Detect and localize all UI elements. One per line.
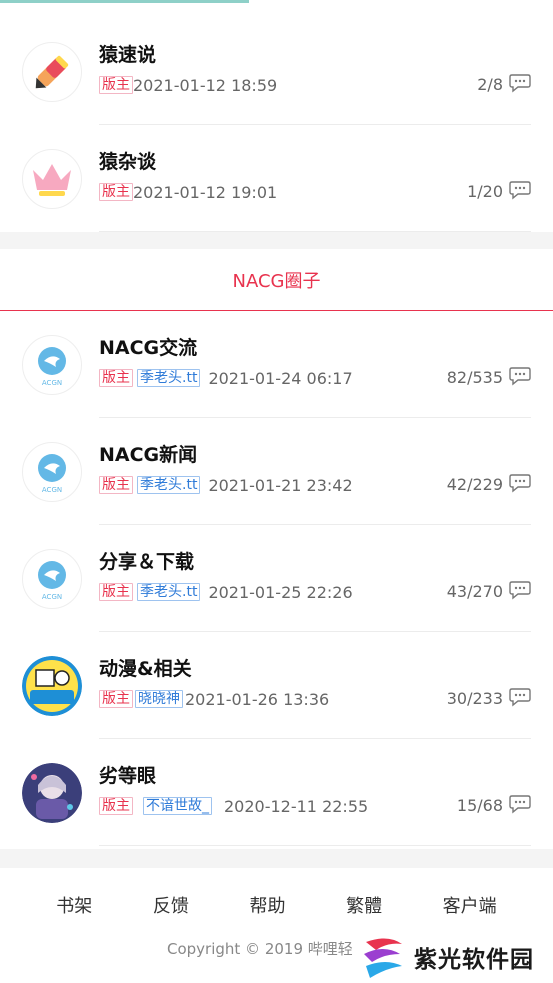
row-divider: [99, 845, 531, 846]
post-count: 15/68: [456, 796, 503, 815]
comment-icon: [509, 474, 531, 493]
forum-title: NACG新闻: [99, 444, 198, 466]
footer-link-bookshelf[interactable]: 书架: [56, 892, 92, 918]
post-count: 42/229: [446, 475, 503, 494]
anime-badge-icon: [22, 656, 82, 716]
svg-text:ACGN: ACGN: [42, 379, 62, 387]
forum-meta: 版主 2021-01-12 19:01: [99, 182, 277, 202]
forum-meta: 版主 季老头.tt 2021-01-24 06:17: [99, 368, 353, 388]
comment-icon: [509, 581, 531, 600]
moderator-user-badge[interactable]: 季老头.tt: [137, 476, 201, 494]
nacg-section: NACG圈子 ACGN NACG交流 版主 季老头.tt 2021-01-24 …: [0, 249, 553, 846]
forum-avatar: ACGN: [22, 442, 82, 502]
post-count: 43/270: [446, 582, 503, 601]
comment-icon: [509, 688, 531, 707]
watermark-logo-icon: [364, 938, 402, 978]
comment-icon: [509, 74, 531, 93]
section-gap: [0, 232, 553, 249]
forum-row[interactable]: ACGN NACG交流 版主 季老头.tt 2021-01-24 06:17 8…: [0, 311, 553, 418]
crown-icon: [33, 164, 71, 196]
footer-link-client[interactable]: 客户端: [443, 892, 497, 918]
forum-meta: 版主 季老头.tt 2021-01-25 22:26: [99, 582, 353, 602]
forum-avatar: ACGN: [22, 335, 82, 395]
post-count: 82/535: [446, 368, 503, 387]
last-post-time: 2021-01-12 19:01: [133, 182, 278, 202]
section-gap: [0, 849, 553, 868]
forum-row[interactable]: 猿杂谈 版主 2021-01-12 19:01 1/20: [0, 125, 553, 232]
copyright-text: Copyright © 2019 哔哩轻: [167, 940, 353, 958]
svg-text:ACGN: ACGN: [42, 486, 62, 494]
forum-title: 猿杂谈: [99, 151, 157, 173]
forum-avatar: [22, 763, 82, 823]
acgn-logo-icon: ACGN: [38, 561, 66, 601]
watermark: 紫光软件园: [358, 931, 553, 983]
moderator-badge: 版主: [99, 797, 133, 815]
post-count: 30/233: [446, 689, 503, 708]
last-post-time: 2021-01-21 23:42: [208, 475, 353, 495]
watermark-text: 紫光软件园: [414, 947, 534, 973]
pencil-icon: [35, 55, 69, 89]
forum-title: 分享＆下载: [99, 551, 195, 573]
moderator-user-badge[interactable]: 季老头.tt: [137, 369, 201, 387]
footer-links: 书架 反馈 帮助 繁體 客户端: [0, 892, 553, 918]
forum-title: 猿速说: [99, 44, 157, 66]
forum-row[interactable]: ACGN NACG新闻 版主 季老头.tt 2021-01-21 23:42 4…: [0, 418, 553, 525]
forum-row[interactable]: 劣等眼 版主 不谙世故_ 2020-12-11 22:55 15/68: [0, 739, 553, 846]
moderator-badge: 版主: [99, 476, 133, 494]
moderator-user-badge[interactable]: 季老头.tt: [137, 583, 201, 601]
footer-link-traditional[interactable]: 繁體: [346, 892, 382, 918]
forum-row[interactable]: 猿速说 版主 2021-01-12 18:59 2/8: [0, 18, 553, 125]
forum-avatar: [22, 149, 82, 209]
forum-title: 动漫&相关: [99, 658, 192, 680]
forum-avatar: ACGN: [22, 549, 82, 609]
moderator-badge: 版主: [99, 583, 133, 601]
forum-list-top: 猿速说 版主 2021-01-12 18:59 2/8 猿杂谈 版主 2021-…: [0, 18, 553, 232]
moderator-user-badge[interactable]: 不谙世故_: [143, 797, 212, 815]
comment-icon: [509, 795, 531, 814]
acgn-logo-icon: ACGN: [38, 454, 66, 494]
forum-meta: 版主 晓晓神 2021-01-26 13:36: [99, 689, 329, 709]
last-post-time: 2021-01-25 22:26: [208, 582, 353, 602]
moderator-badge: 版主: [99, 690, 133, 708]
last-post-time: 2020-12-11 22:55: [224, 796, 369, 816]
post-count: 1/20: [467, 182, 503, 201]
last-post-time: 2021-01-24 06:17: [208, 368, 353, 388]
moderator-user-badge[interactable]: 晓晓神: [135, 690, 183, 708]
forum-row[interactable]: ACGN 分享＆下载 版主 季老头.tt 2021-01-25 22:26 43…: [0, 525, 553, 632]
forum-meta: 版主 不谙世故_ 2020-12-11 22:55: [99, 796, 368, 816]
forum-title: 劣等眼: [99, 765, 157, 787]
forum-avatar: [22, 42, 82, 102]
last-post-time: 2021-01-26 13:36: [185, 689, 330, 709]
post-count: 2/8: [477, 75, 503, 94]
footer-link-feedback[interactable]: 反馈: [153, 892, 189, 918]
comment-icon: [509, 181, 531, 200]
forum-row[interactable]: 动漫&相关 版主 晓晓神 2021-01-26 13:36 30/233: [0, 632, 553, 739]
section-title: NACG圈子: [232, 270, 321, 292]
forum-avatar: [22, 656, 82, 716]
forum-meta: 版主 季老头.tt 2021-01-21 23:42: [99, 475, 353, 495]
moderator-badge: 版主: [99, 183, 133, 201]
svg-text:ACGN: ACGN: [42, 593, 62, 601]
footer-link-help[interactable]: 帮助: [249, 892, 285, 918]
last-post-time: 2021-01-12 18:59: [133, 75, 278, 95]
scroll-progress-bar: [0, 0, 249, 3]
comment-icon: [509, 367, 531, 386]
moderator-badge: 版主: [99, 76, 133, 94]
anime-character-icon: [22, 763, 82, 823]
section-header[interactable]: NACG圈子: [0, 249, 553, 311]
forum-title: NACG交流: [99, 337, 198, 359]
acgn-logo-icon: ACGN: [38, 347, 66, 387]
forum-meta: 版主 2021-01-12 18:59: [99, 75, 277, 95]
moderator-badge: 版主: [99, 369, 133, 387]
